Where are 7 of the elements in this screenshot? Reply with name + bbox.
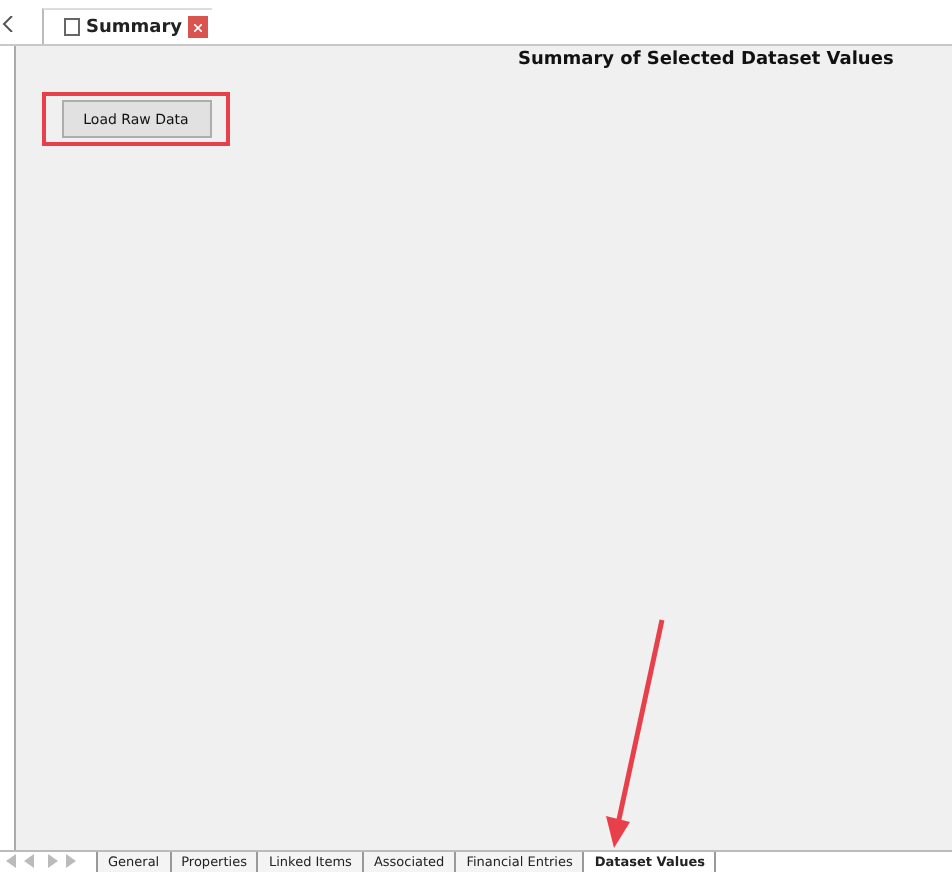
panel-title: Summary of Selected Dataset Values xyxy=(516,48,896,70)
close-icon xyxy=(194,23,203,31)
tab-title: Summary xyxy=(86,17,183,37)
document-tab[interactable]: Summary xyxy=(42,8,213,44)
close-button[interactable] xyxy=(188,16,209,38)
scroll-left-icon[interactable] xyxy=(2,16,14,32)
document-icon xyxy=(64,18,80,36)
